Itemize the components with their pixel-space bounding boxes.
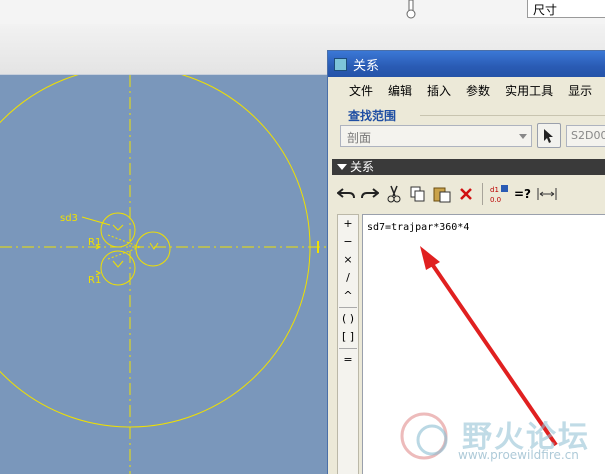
watermark-logo-icon <box>400 412 448 460</box>
watermark-url: www.proewildfire.cn <box>458 448 579 462</box>
watermark: 野火论坛 www.proewildfire.cn <box>392 400 605 474</box>
